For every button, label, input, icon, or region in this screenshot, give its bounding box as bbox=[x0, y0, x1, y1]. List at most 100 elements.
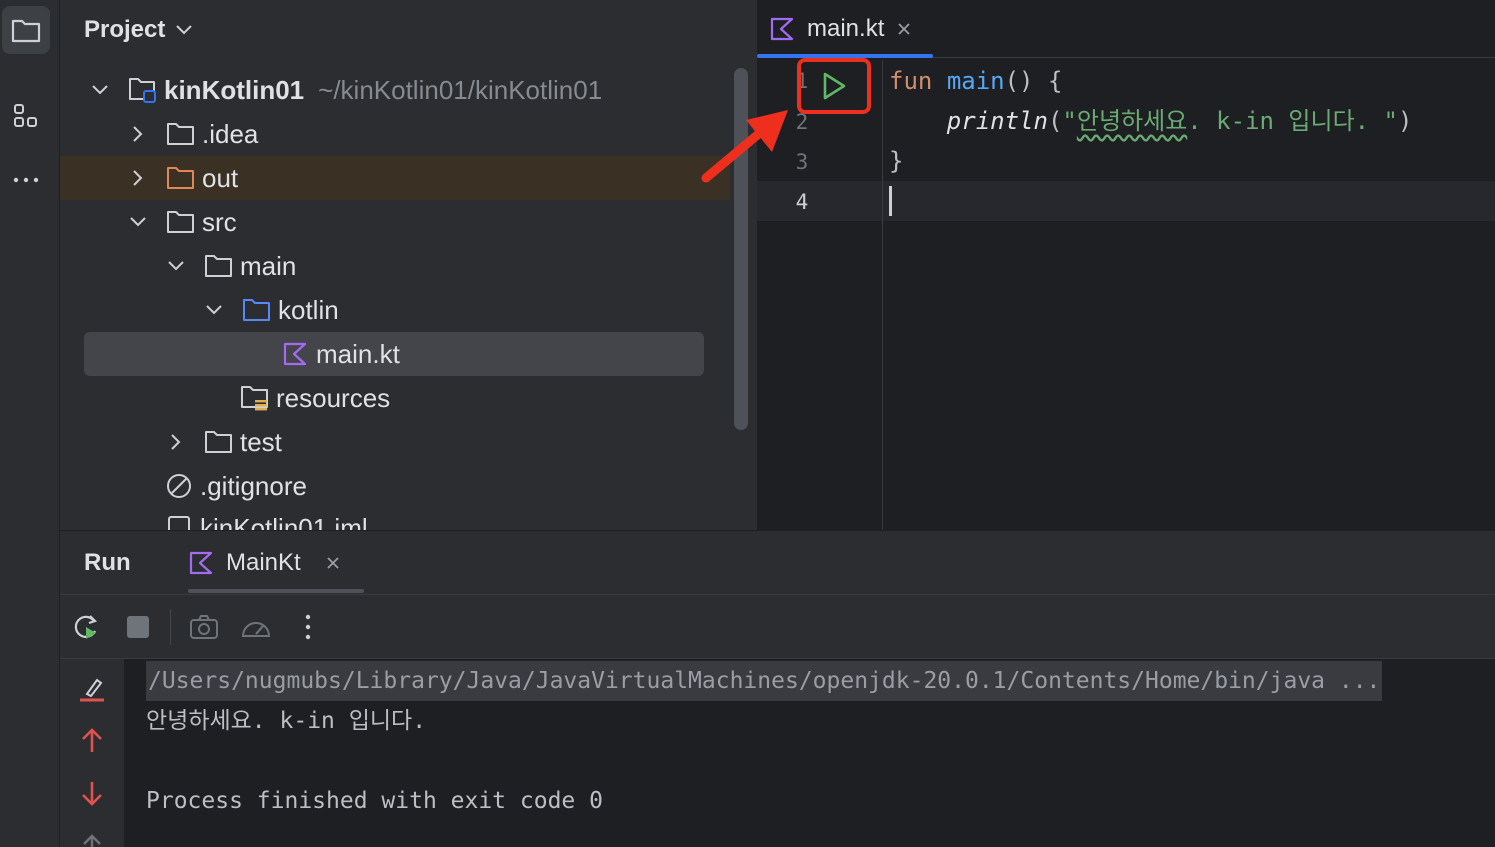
console-line: Process finished with exit code 0 bbox=[146, 788, 603, 814]
run-title: Run bbox=[84, 549, 131, 576]
scroll-up-button[interactable] bbox=[74, 723, 110, 759]
code-text: ) bbox=[1398, 107, 1413, 135]
tree-row-kotlin[interactable]: kotlin bbox=[60, 288, 730, 332]
tree-row-gitignore[interactable]: .gitignore bbox=[60, 464, 730, 508]
stop-button[interactable] bbox=[120, 609, 156, 645]
structure-icon bbox=[14, 104, 37, 127]
console-line: 안녕하세요. k-in 입니다. bbox=[146, 708, 427, 734]
project-title: Project bbox=[84, 16, 166, 43]
annotation-arrow-icon bbox=[701, 110, 788, 183]
line-number: 4 bbox=[795, 190, 809, 214]
structure-tool-button[interactable] bbox=[2, 92, 50, 140]
tab-label: main.kt bbox=[807, 15, 885, 42]
source-folder-icon bbox=[242, 296, 272, 324]
profiler-button[interactable] bbox=[238, 609, 274, 645]
scroll-to-top-button[interactable] bbox=[74, 827, 110, 847]
file-icon bbox=[164, 514, 194, 530]
folder-icon bbox=[204, 252, 234, 280]
code-text: } bbox=[889, 147, 904, 175]
tree-row-resources[interactable]: resources bbox=[60, 376, 730, 420]
console-output[interactable]: /Users/nugmubs/Library/Java/JavaVirtualM… bbox=[124, 659, 1495, 847]
scroll-down-button[interactable] bbox=[74, 775, 110, 811]
folder-icon bbox=[11, 19, 41, 43]
run-panel: Run MainKt /Users/nugmubs/Library/Java/J… bbox=[60, 530, 1495, 847]
gauge-icon bbox=[241, 622, 271, 637]
close-icon[interactable] bbox=[896, 21, 912, 37]
tree-label: kinKotlin01.iml bbox=[200, 512, 368, 531]
tree-row-out[interactable]: out bbox=[60, 156, 730, 200]
tree-label: resources bbox=[276, 382, 391, 413]
rerun-button[interactable] bbox=[68, 609, 104, 645]
ignored-file-icon bbox=[164, 472, 194, 500]
tree-label: .idea bbox=[202, 118, 259, 149]
kotlin-file-icon bbox=[770, 17, 794, 41]
project-panel-header[interactable]: Project bbox=[84, 12, 193, 48]
tree-label: out bbox=[202, 162, 239, 193]
chevron-down-icon[interactable] bbox=[202, 298, 226, 322]
chevron-down-icon bbox=[176, 25, 193, 35]
tree-label: main bbox=[240, 250, 297, 281]
kotlin-file-icon bbox=[189, 551, 213, 575]
clear-console-button[interactable] bbox=[74, 671, 110, 707]
rerun-icon bbox=[74, 615, 98, 639]
project-panel: Project kinKotlin01 ~/kinKotlin01/kinKot… bbox=[60, 0, 757, 530]
tree-row-iml[interactable]: kinKotlin01.iml bbox=[60, 506, 730, 530]
toolbar-divider bbox=[170, 609, 171, 645]
tree-row-main-kt[interactable]: main.kt bbox=[84, 332, 704, 376]
kotlin-file-icon bbox=[280, 340, 310, 368]
chevron-down-icon[interactable] bbox=[126, 210, 150, 234]
clear-icon bbox=[80, 678, 104, 702]
project-tool-button[interactable] bbox=[2, 6, 50, 54]
code-line-3[interactable]: } bbox=[889, 141, 903, 181]
close-icon[interactable] bbox=[325, 555, 341, 571]
chevron-right-icon[interactable] bbox=[164, 430, 188, 454]
code-keyword: fun bbox=[889, 67, 933, 95]
chevron-right-icon[interactable] bbox=[126, 122, 150, 146]
activity-bar bbox=[0, 0, 60, 847]
run-panel-header: Run MainKt bbox=[60, 531, 1495, 595]
tree-row-test[interactable]: test bbox=[60, 420, 730, 464]
run-tab-label: MainKt bbox=[226, 549, 301, 576]
editor-tab-bar: main.kt bbox=[757, 0, 1495, 58]
more-vertical-icon bbox=[305, 614, 311, 640]
run-toolbar bbox=[60, 595, 1495, 659]
console-command-line[interactable]: /Users/nugmubs/Library/Java/JavaVirtualM… bbox=[146, 661, 1383, 701]
code-text: ( bbox=[1047, 107, 1063, 135]
chevron-right-icon[interactable] bbox=[126, 166, 150, 190]
active-tab-indicator bbox=[188, 589, 364, 593]
editor: main.kt 1 2 3 4 fun main() { println("안녕… bbox=[757, 0, 1495, 530]
code-string: . k-in 입니다. " bbox=[1187, 107, 1398, 135]
code-call: println bbox=[946, 107, 1048, 135]
tab-main-kt[interactable]: main.kt bbox=[757, 0, 933, 58]
arrow-down-icon bbox=[82, 782, 102, 806]
camera-icon bbox=[190, 615, 218, 639]
excluded-folder-icon bbox=[166, 164, 196, 192]
code-line-1[interactable]: fun main() { bbox=[889, 61, 1062, 101]
run-icon[interactable] bbox=[820, 71, 848, 101]
tree-row-src[interactable]: src bbox=[60, 200, 730, 244]
run-side-toolbar bbox=[60, 659, 124, 847]
code-string-quote: " bbox=[1062, 107, 1077, 135]
chevron-down-icon[interactable] bbox=[88, 78, 112, 102]
tree-label: kinKotlin01 bbox=[164, 74, 305, 105]
folder-icon bbox=[166, 120, 196, 148]
tree-row-idea[interactable]: .idea bbox=[60, 112, 730, 156]
run-tab-mainkt[interactable]: MainKt bbox=[188, 543, 341, 583]
code-function-name: main bbox=[946, 67, 1005, 95]
tree-row-main[interactable]: main bbox=[60, 244, 730, 288]
tree-label: src bbox=[202, 206, 237, 237]
run-gutter-highlight[interactable] bbox=[797, 58, 871, 114]
dump-threads-button[interactable] bbox=[186, 609, 222, 645]
stop-icon bbox=[127, 616, 149, 638]
chevron-down-icon[interactable] bbox=[164, 254, 188, 278]
module-folder-icon bbox=[128, 76, 158, 104]
tree-label: test bbox=[240, 426, 282, 457]
more-options-button[interactable] bbox=[290, 609, 326, 645]
more-tools-button[interactable] bbox=[2, 156, 50, 204]
tree-row-kinkotlin01[interactable]: kinKotlin01 ~/kinKotlin01/kinKotlin01 bbox=[60, 68, 730, 112]
folder-icon bbox=[204, 428, 234, 456]
resources-folder-icon bbox=[240, 384, 270, 412]
arrow-up-icon bbox=[82, 728, 102, 752]
code-line-2[interactable]: println("안녕하세요. k-in 입니다. ") bbox=[889, 101, 1413, 141]
